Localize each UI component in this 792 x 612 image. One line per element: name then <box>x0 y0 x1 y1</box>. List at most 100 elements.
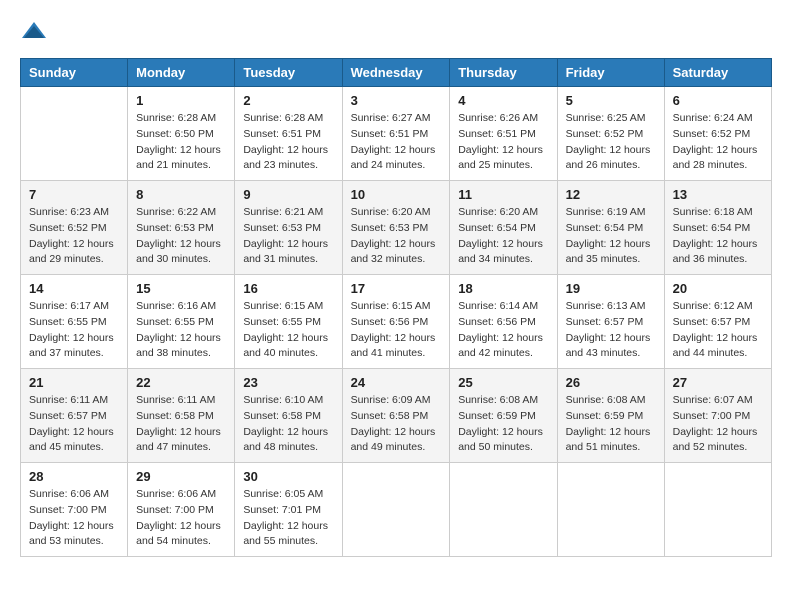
day-header-thursday: Thursday <box>450 59 557 87</box>
calendar-cell: 27Sunrise: 6:07 AMSunset: 7:00 PMDayligh… <box>664 369 771 463</box>
day-number: 25 <box>458 375 548 390</box>
daylight-text: Daylight: 12 hours and 30 minutes. <box>136 237 226 269</box>
calendar-cell: 13 Sunrise: 6:18 AMSunset: 6:54 PMDayligh… <box>664 181 771 275</box>
day-number: 21 <box>29 375 119 390</box>
calendar-cell <box>342 463 450 557</box>
daylight-text: Daylight: 12 hours and 36 minutes. <box>673 237 763 269</box>
day-info: Sunrise: 6:21 AMSunset: 6:53 PMDaylight:… <box>243 205 333 268</box>
calendar-cell: 23Sunrise: 6:10 AMSunset: 6:58 PMDayligh… <box>235 369 342 463</box>
daylight-text: Daylight: 12 hours and 55 minutes. <box>243 519 333 551</box>
calendar-cell: 26Sunrise: 6:08 AMSunset: 6:59 PMDayligh… <box>557 369 664 463</box>
page-header <box>20 20 772 42</box>
day-info: Sunrise: 6:11 AMSunset: 6:58 PMDaylight:… <box>136 393 226 456</box>
calendar-cell: 29Sunrise: 6:06 AMSunset: 7:00 PMDayligh… <box>128 463 235 557</box>
day-number: 6 <box>673 93 763 108</box>
day-info: Sunrise: 6:17 AMSunset: 6:55 PMDaylight:… <box>29 299 119 362</box>
calendar-cell: 17Sunrise: 6:15 AMSunset: 6:56 PMDayligh… <box>342 275 450 369</box>
sunrise-text: Sunrise: 6:17 AM <box>29 299 119 315</box>
day-number: 3 <box>351 93 442 108</box>
sunrise-text: Sunrise: 6:09 AM <box>351 393 442 409</box>
day-info: Sunrise: 6:07 AMSunset: 7:00 PMDaylight:… <box>673 393 763 456</box>
day-number: 18 <box>458 281 548 296</box>
sunrise-text: Sunrise: 6:16 AM <box>136 299 226 315</box>
day-info: Sunrise: 6:27 AMSunset: 6:51 PMDaylight:… <box>351 111 442 174</box>
daylight-text: Daylight: 12 hours and 40 minutes. <box>243 331 333 363</box>
sunrise-text: Sunrise: 6:23 AM <box>29 205 119 221</box>
header-row: SundayMondayTuesdayWednesdayThursdayFrid… <box>21 59 772 87</box>
sunrise-text: Sunrise: 6:12 AM <box>673 299 763 315</box>
calendar-cell: 14Sunrise: 6:17 AMSunset: 6:55 PMDayligh… <box>21 275 128 369</box>
daylight-text: Daylight: 12 hours and 37 minutes. <box>29 331 119 363</box>
day-number: 28 <box>29 469 119 484</box>
daylight-text: Daylight: 12 hours and 29 minutes. <box>29 237 119 269</box>
sunrise-text: Sunrise: 6:08 AM <box>566 393 656 409</box>
logo-icon <box>20 20 48 42</box>
day-header-monday: Monday <box>128 59 235 87</box>
calendar-cell <box>450 463 557 557</box>
sunrise-text: Sunrise: 6:14 AM <box>458 299 548 315</box>
daylight-text: Daylight: 12 hours and 35 minutes. <box>566 237 656 269</box>
sunset-text: Sunset: 6:55 PM <box>29 315 119 331</box>
day-info: Sunrise: 6:20 AMSunset: 6:54 PMDaylight:… <box>458 205 548 268</box>
day-number: 19 <box>566 281 656 296</box>
sunset-text: Sunset: 6:59 PM <box>458 409 548 425</box>
day-info: Sunrise: 6:13 AMSunset: 6:57 PMDaylight:… <box>566 299 656 362</box>
sunset-text: Sunset: 6:53 PM <box>136 221 226 237</box>
sunset-text: Sunset: 6:54 PM <box>673 221 763 237</box>
day-header-wednesday: Wednesday <box>342 59 450 87</box>
week-row-5: 28Sunrise: 6:06 AMSunset: 7:00 PMDayligh… <box>21 463 772 557</box>
day-info: Sunrise: 6:26 AMSunset: 6:51 PMDaylight:… <box>458 111 548 174</box>
sunset-text: Sunset: 6:53 PM <box>351 221 442 237</box>
sunset-text: Sunset: 6:56 PM <box>458 315 548 331</box>
day-info: Sunrise: 6:20 AMSunset: 6:53 PMDaylight:… <box>351 205 442 268</box>
daylight-text: Daylight: 12 hours and 44 minutes. <box>673 331 763 363</box>
sunrise-text: Sunrise: 6:20 AM <box>458 205 548 221</box>
daylight-text: Daylight: 12 hours and 52 minutes. <box>673 425 763 457</box>
sunset-text: Sunset: 6:58 PM <box>136 409 226 425</box>
day-info: Sunrise: 6:08 AMSunset: 6:59 PMDaylight:… <box>458 393 548 456</box>
day-number: 30 <box>243 469 333 484</box>
day-info: Sunrise: 6:11 AMSunset: 6:57 PMDaylight:… <box>29 393 119 456</box>
day-header-friday: Friday <box>557 59 664 87</box>
sunrise-text: Sunrise: 6:07 AM <box>673 393 763 409</box>
day-info: Sunrise: 6:16 AMSunset: 6:55 PMDaylight:… <box>136 299 226 362</box>
calendar-cell: 4 Sunrise: 6:26 AMSunset: 6:51 PMDaylight… <box>450 87 557 181</box>
sunrise-text: Sunrise: 6:22 AM <box>136 205 226 221</box>
daylight-text: Daylight: 12 hours and 42 minutes. <box>458 331 548 363</box>
sunset-text: Sunset: 6:51 PM <box>243 127 333 143</box>
sunrise-text: Sunrise: 6:05 AM <box>243 487 333 503</box>
calendar-cell: 12Sunrise: 6:19 AMSunset: 6:54 PMDayligh… <box>557 181 664 275</box>
day-number: 26 <box>566 375 656 390</box>
day-number: 4 <box>458 93 548 108</box>
week-row-1: 1Sunrise: 6:28 AMSunset: 6:50 PMDaylight… <box>21 87 772 181</box>
calendar-cell: 15 Sunrise: 6:16 AMSunset: 6:55 PMDayligh… <box>128 275 235 369</box>
daylight-text: Daylight: 12 hours and 41 minutes. <box>351 331 442 363</box>
calendar-cell: 6Sunrise: 6:24 AMSunset: 6:52 PMDaylight… <box>664 87 771 181</box>
day-info: Sunrise: 6:15 AMSunset: 6:56 PMDaylight:… <box>351 299 442 362</box>
sunset-text: Sunset: 6:57 PM <box>673 315 763 331</box>
calendar-table: SundayMondayTuesdayWednesdayThursdayFrid… <box>20 58 772 557</box>
sunset-text: Sunset: 6:52 PM <box>673 127 763 143</box>
day-header-sunday: Sunday <box>21 59 128 87</box>
sunrise-text: Sunrise: 6:18 AM <box>673 205 763 221</box>
week-row-4: 21 Sunrise: 6:11 AMSunset: 6:57 PMDayligh… <box>21 369 772 463</box>
sunrise-text: Sunrise: 6:06 AM <box>29 487 119 503</box>
sunset-text: Sunset: 6:57 PM <box>566 315 656 331</box>
daylight-text: Daylight: 12 hours and 34 minutes. <box>458 237 548 269</box>
day-number: 2 <box>243 93 333 108</box>
daylight-text: Daylight: 12 hours and 54 minutes. <box>136 519 226 551</box>
day-number: 24 <box>351 375 442 390</box>
day-number: 13 <box>673 187 763 202</box>
sunrise-text: Sunrise: 6:11 AM <box>136 393 226 409</box>
sunset-text: Sunset: 7:00 PM <box>29 503 119 519</box>
calendar-cell: 30Sunrise: 6:05 AMSunset: 7:01 PMDayligh… <box>235 463 342 557</box>
calendar-cell: 20Sunrise: 6:12 AMSunset: 6:57 PMDayligh… <box>664 275 771 369</box>
sunrise-text: Sunrise: 6:27 AM <box>351 111 442 127</box>
day-info: Sunrise: 6:18 AMSunset: 6:54 PMDaylight:… <box>673 205 763 268</box>
sunset-text: Sunset: 6:54 PM <box>566 221 656 237</box>
sunrise-text: Sunrise: 6:28 AM <box>136 111 226 127</box>
sunrise-text: Sunrise: 6:06 AM <box>136 487 226 503</box>
week-row-3: 14Sunrise: 6:17 AMSunset: 6:55 PMDayligh… <box>21 275 772 369</box>
day-number: 15 <box>136 281 226 296</box>
sunrise-text: Sunrise: 6:25 AM <box>566 111 656 127</box>
